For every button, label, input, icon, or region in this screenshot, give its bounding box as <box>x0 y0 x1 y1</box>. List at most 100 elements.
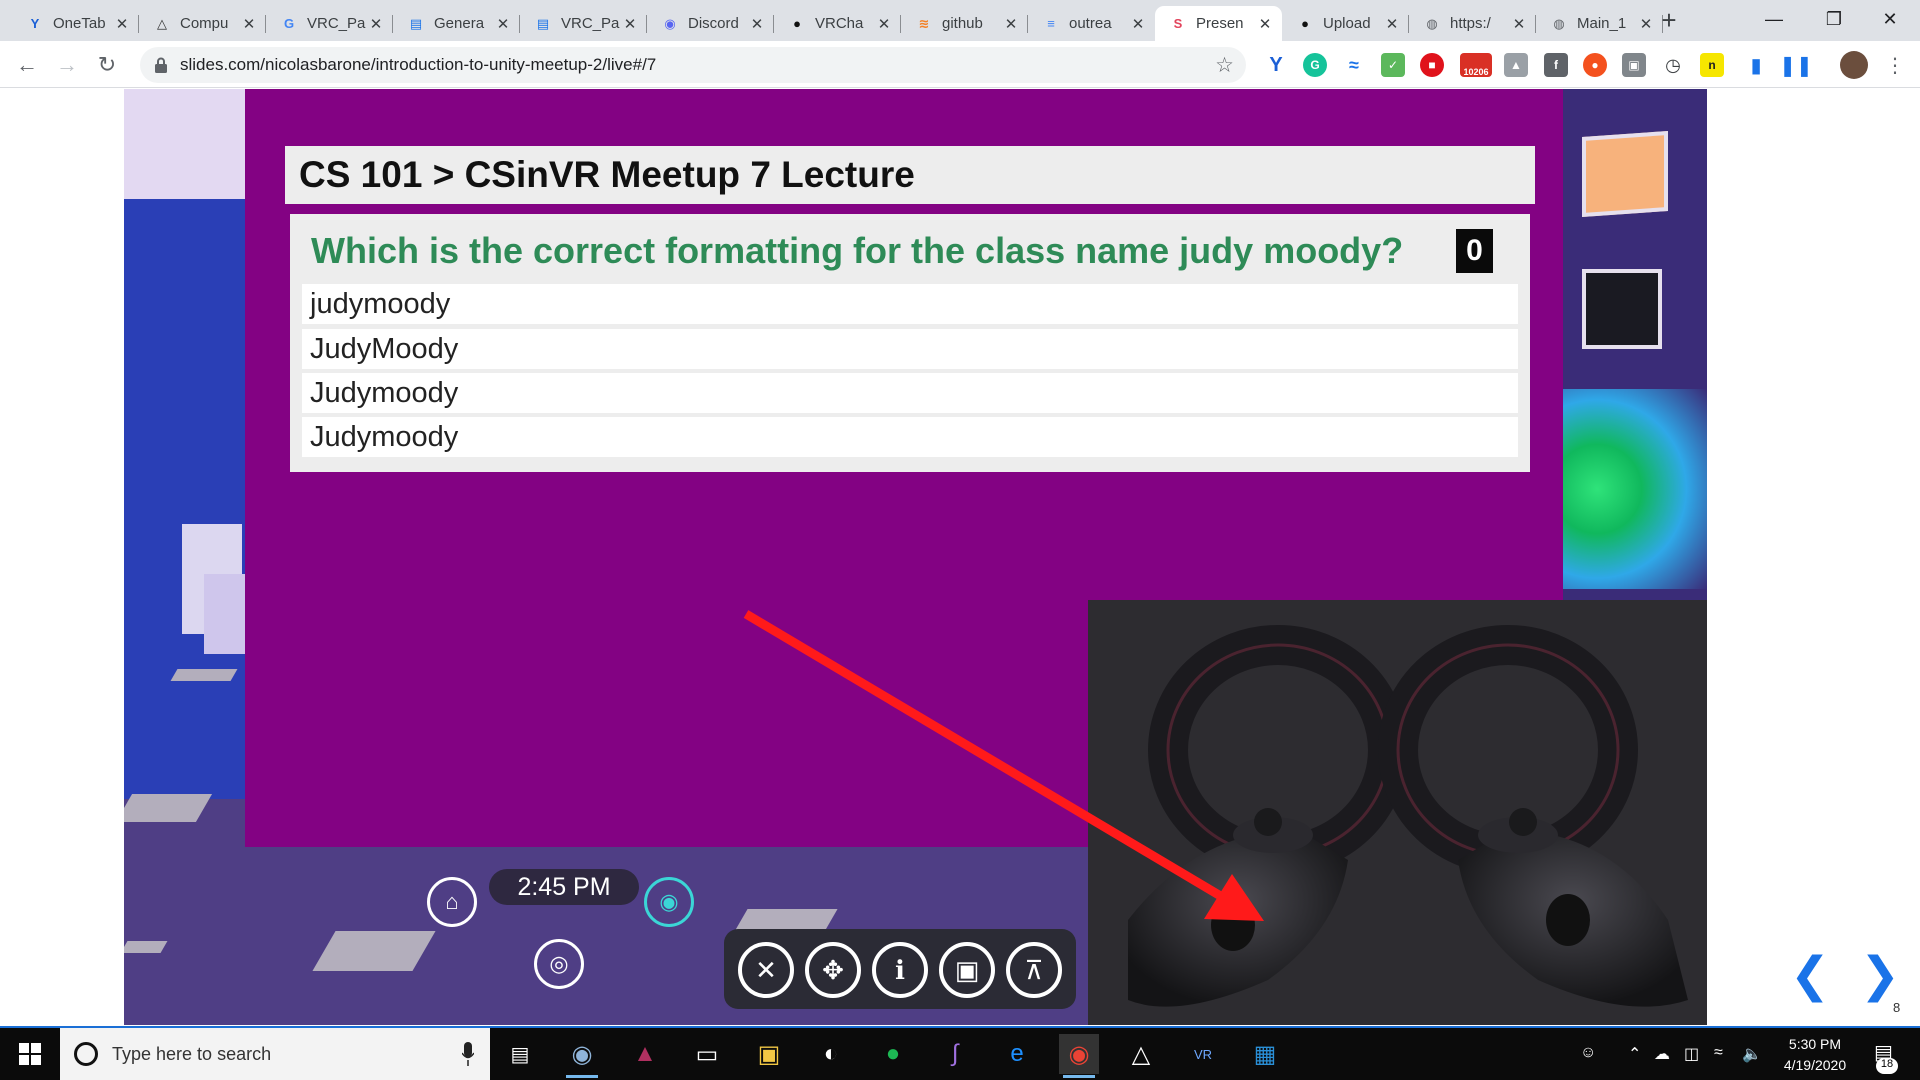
gmail-extension-icon[interactable]: 10206 <box>1460 53 1492 77</box>
adblock-extension-icon[interactable]: ■ <box>1420 53 1444 77</box>
taskbar-date[interactable]: 4/19/2020 <box>1770 1057 1860 1073</box>
browser-tab[interactable]: ▤ Genera ✕ <box>393 6 520 41</box>
wifi-icon[interactable]: ≈ <box>1714 1044 1723 1062</box>
tab-close-icon[interactable]: ✕ <box>875 15 893 33</box>
unity-icon[interactable]: △ <box>1121 1034 1161 1074</box>
basketball-extension-icon[interactable]: ● <box>1583 53 1607 77</box>
globe-icon: ◍ <box>1426 15 1438 31</box>
browser-tab[interactable]: ≋ github ✕ <box>901 6 1028 41</box>
puzzle-extension-icon[interactable]: ▣ <box>1622 53 1646 77</box>
spotify-icon[interactable]: ● <box>873 1034 913 1074</box>
predator-icon[interactable]: ▲ <box>625 1034 665 1074</box>
microphone-icon[interactable] <box>462 1042 474 1066</box>
tab-close-icon[interactable]: ✕ <box>494 15 512 33</box>
browser-toolbar: ← → ↻ slides.com/nicolasbarone/introduct… <box>0 41 1920 88</box>
people-icon[interactable]: ☺ <box>1580 1044 1596 1062</box>
menu-kebab-icon[interactable]: ⋮ <box>1880 50 1910 80</box>
pause-extension-icon[interactable]: ❚❚ <box>1779 53 1813 77</box>
gmail-badge: 10206 <box>1463 67 1489 77</box>
task-view-icon[interactable]: ▤ <box>500 1034 540 1074</box>
windows-taskbar: Type here to search ▤ ◉ ▲ ▭ ▣ ◐ ● ∫ e ◉ … <box>0 1026 1920 1080</box>
browser-tab[interactable]: ◉ Discord ✕ <box>647 6 774 41</box>
red-arrow-annotation <box>743 610 1264 921</box>
restore-button[interactable]: ❐ <box>1804 0 1864 38</box>
tab-strip: Y OneTab ✕ △ Compu ✕ G VRC_Pa ✕ ▤ Genera ✕ ▤ VRC_Pa ✕ ◉… <box>0 0 1920 41</box>
browser-tab[interactable]: G VRC_Pa ✕ <box>266 6 393 41</box>
checklist-extension-icon[interactable]: ✓ <box>1381 53 1405 77</box>
minimize-button[interactable]: — <box>1744 0 1804 38</box>
tab-label: Upload <box>1323 15 1371 32</box>
tab-close-icon[interactable]: ✕ <box>1510 15 1528 33</box>
tab-close-icon[interactable]: ✕ <box>1256 15 1274 33</box>
new-tab-button[interactable]: + <box>1655 6 1683 34</box>
f-extension-icon[interactable]: f <box>1544 53 1568 77</box>
profile-avatar[interactable] <box>1840 51 1868 79</box>
battery-icon[interactable]: ◫ <box>1684 1044 1699 1064</box>
file-explorer-icon[interactable]: ▣ <box>749 1034 789 1074</box>
back-button[interactable]: ← <box>12 50 42 80</box>
browser-tab[interactable]: ▤ VRC_Pa ✕ <box>520 6 647 41</box>
tab-close-icon[interactable]: ✕ <box>1383 15 1401 33</box>
address-bar[interactable]: slides.com/nicolasbarone/introduction-to… <box>140 47 1246 83</box>
tab-label: VRC_Pa <box>307 15 366 32</box>
tab-close-icon[interactable]: ✕ <box>748 15 766 33</box>
tab-label: Main_1 <box>1577 15 1627 32</box>
book-icon: ▤ <box>409 15 423 31</box>
note-extension-icon[interactable]: n <box>1700 53 1724 77</box>
edge-icon[interactable]: e <box>997 1034 1037 1074</box>
vrchat-icon[interactable]: VR <box>1183 1034 1223 1074</box>
browser-tab[interactable]: ◍ Main_1 ✕ <box>1536 6 1663 41</box>
volume-icon[interactable]: 🔈 <box>1742 1044 1762 1064</box>
browser-tab[interactable]: ◍ https:/ ✕ <box>1409 6 1536 41</box>
photos-icon[interactable]: ▦ <box>1245 1034 1285 1074</box>
tab-label: outrea <box>1069 15 1112 32</box>
obs-icon[interactable]: ◐ <box>811 1034 851 1074</box>
tab-label: OneTab <box>53 15 106 32</box>
book-icon: ▤ <box>536 15 550 31</box>
tab-label: Discord <box>688 15 739 32</box>
stackoverflow-icon: ≋ <box>918 15 930 31</box>
github-icon: ● <box>1301 16 1309 31</box>
browser-tab[interactable]: ● VRCha ✕ <box>774 6 901 41</box>
steam-icon[interactable]: ◉ <box>562 1034 602 1078</box>
browser-tab[interactable]: △ Compu ✕ <box>139 6 266 41</box>
browser-tab[interactable]: Y OneTab ✕ <box>12 6 139 41</box>
tab-close-icon[interactable]: ✕ <box>1637 15 1655 33</box>
chrome-icon[interactable]: ◉ <box>1059 1034 1099 1078</box>
tab-close-icon[interactable]: ✕ <box>621 15 639 33</box>
tab-close-icon[interactable]: ✕ <box>367 15 385 33</box>
visual-studio-icon[interactable]: ∫ <box>935 1034 975 1074</box>
tab-label: Compu <box>180 15 229 32</box>
taskbar-search[interactable]: Type here to search <box>60 1028 490 1080</box>
chevron-up-icon[interactable]: ⌃ <box>1628 1044 1641 1064</box>
previous-slide-button[interactable]: ❮ <box>1790 949 1830 1002</box>
taskbar-time[interactable]: 5:30 PM <box>1770 1036 1860 1052</box>
tab-label: Genera <box>434 15 485 32</box>
drive-extension-icon[interactable]: ▲ <box>1504 53 1528 77</box>
next-slide-button[interactable]: ❯ <box>1860 949 1900 1002</box>
start-button[interactable] <box>0 1028 60 1080</box>
browser-tab[interactable]: ● Upload ✕ <box>1282 6 1409 41</box>
reload-button[interactable]: ↻ <box>92 50 122 80</box>
tab-label: github <box>942 15 983 32</box>
forward-button[interactable]: → <box>52 50 82 80</box>
close-window-button[interactable]: ✕ <box>1860 0 1920 38</box>
browser-tab[interactable]: ≡ outrea ✕ <box>1028 6 1155 41</box>
browser-tab[interactable]: S Presen ✕ <box>1155 6 1282 41</box>
speed-extension-icon[interactable]: ◷ <box>1661 53 1685 77</box>
discord-icon: ◉ <box>664 15 676 31</box>
bookmark-star-icon[interactable]: ☆ <box>1215 53 1234 78</box>
tab-close-icon[interactable]: ✕ <box>1129 15 1147 33</box>
windows-logo-icon <box>19 1043 41 1065</box>
tab-label: https:/ <box>1450 15 1491 32</box>
wave-extension-icon[interactable]: ≈ <box>1342 53 1366 77</box>
tab-close-icon[interactable]: ✕ <box>240 15 258 33</box>
onedrive-icon[interactable]: ☁ <box>1654 1044 1670 1064</box>
tab-close-icon[interactable]: ✕ <box>1002 15 1020 33</box>
onetab-extension-icon[interactable]: Y <box>1264 53 1288 77</box>
tab-close-icon[interactable]: ✕ <box>113 15 131 33</box>
tab-label: VRCha <box>815 15 864 32</box>
oculus-icon[interactable]: ▭ <box>687 1034 727 1074</box>
grammarly-extension-icon[interactable]: G <box>1303 53 1327 77</box>
bar-chart-extension-icon[interactable]: ▮ <box>1744 53 1768 77</box>
